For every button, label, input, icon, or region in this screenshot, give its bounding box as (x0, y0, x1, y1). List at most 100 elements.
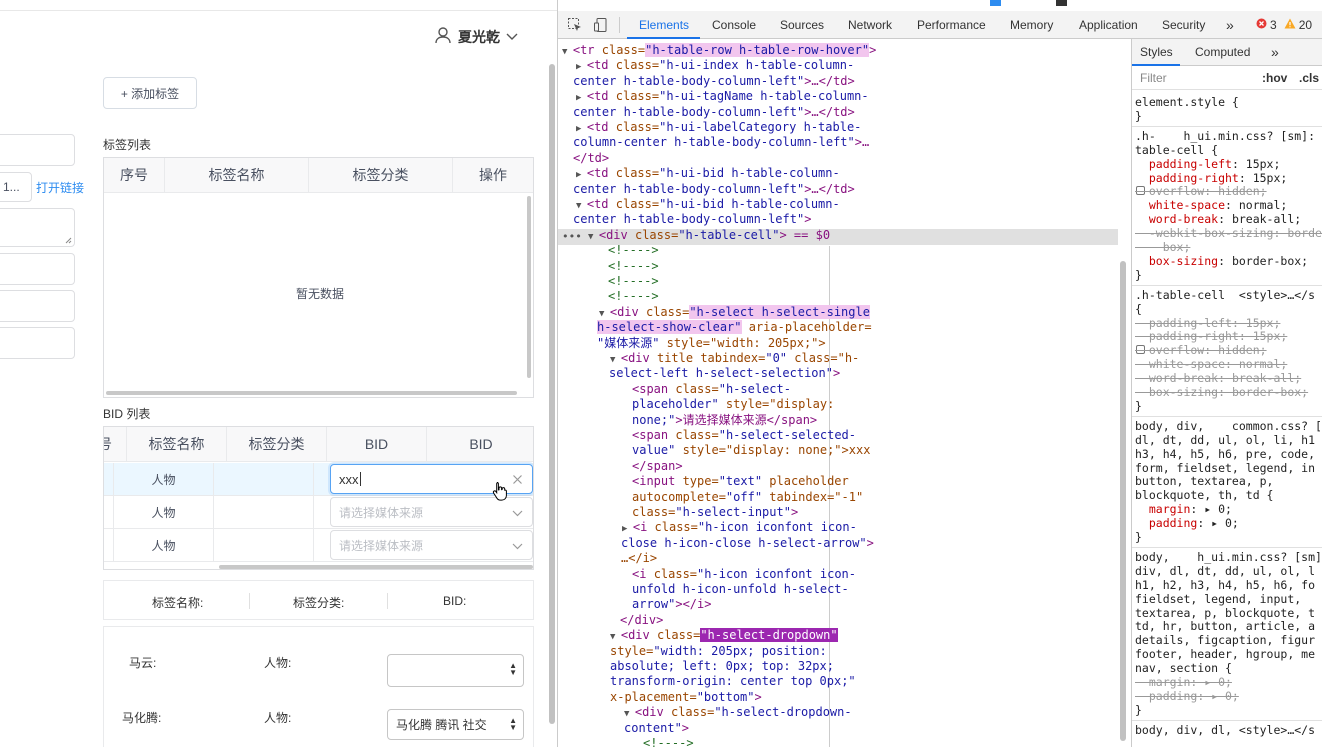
issues-counter[interactable]: 3 20 (1256, 18, 1312, 32)
form-input-3[interactable] (0, 253, 75, 285)
css-line[interactable]: box-sizing: border-box; (1135, 254, 1308, 268)
css-line[interactable]: } (1135, 109, 1142, 123)
dom-line[interactable]: placeholder" style="display: (632, 397, 834, 412)
dom-line[interactable]: <!----> (608, 243, 659, 258)
person-select-1[interactable]: ▲ ▼ (387, 654, 524, 687)
add-tag-button[interactable]: + 添加标签 (103, 77, 197, 109)
dom-line[interactable]: style="width: 205px; position: (610, 644, 827, 659)
dom-line[interactable]: none;">请选择媒体来源</span> (632, 413, 817, 428)
css-line[interactable]: margin: ▸ 0; (1135, 502, 1232, 516)
dom-line[interactable]: <!----> (643, 736, 694, 747)
form-input-5[interactable] (0, 327, 75, 359)
dom-line[interactable]: autocomplete="off" tabindex="-1" (632, 490, 863, 505)
dom-line[interactable]: center h-table-body-column-left">…</td> (573, 74, 855, 89)
form-input-2[interactable]: 1... (0, 172, 32, 202)
css-line[interactable]: div, dl, dt, dd, ul, ol, l (1135, 564, 1315, 578)
css-line[interactable]: dl, dt, dd, ul, ol, li, h1 (1135, 433, 1315, 447)
css-line[interactable]: body, div, dl, <style>…</s (1135, 723, 1315, 737)
css-line[interactable]: } (1135, 530, 1142, 544)
tab-computed[interactable]: Computed (1195, 39, 1250, 65)
css-line[interactable]: details, figcaption, figur (1135, 633, 1315, 647)
css-line[interactable]: blockquote, th, td { (1135, 488, 1273, 502)
css-line[interactable]: box-sizing: border-box; (1135, 385, 1308, 399)
close-icon[interactable] (512, 473, 523, 488)
dom-line[interactable]: </td> (573, 151, 609, 166)
more-options-icon[interactable]: ••• (562, 230, 582, 243)
styles-filter[interactable]: Filter :hov .cls (1132, 66, 1322, 90)
css-line[interactable]: } (1135, 268, 1142, 282)
dom-line[interactable]: h-select-show-clear" aria-placeholder= (597, 320, 872, 335)
form-input-1[interactable] (0, 134, 75, 166)
dom-line[interactable]: class="h-select-input"> (632, 505, 798, 520)
css-line[interactable]: box; (1135, 240, 1191, 254)
dom-line[interactable]: unfold h-icon-unfold h-select- (632, 582, 849, 597)
dom-line[interactable]: </span> (632, 459, 683, 474)
dom-line[interactable]: ▶ <td class="h-ui-bid h-table-column- (576, 166, 840, 181)
css-line[interactable]: padding: ▸ 0; (1135, 689, 1239, 703)
person-select-2[interactable]: 马化腾 腾讯 社交 ▲ ▼ (387, 709, 524, 740)
dom-line[interactable]: ▼ <div class="h-select h-select-single (599, 304, 870, 320)
tag-table-hscroll[interactable] (106, 391, 517, 395)
dom-line[interactable]: …</i> (621, 551, 657, 566)
css-line[interactable]: white-space: normal; (1135, 357, 1287, 371)
css-line[interactable]: -webkit-box-sizing: border- (1135, 226, 1322, 240)
css-line[interactable]: footer, header, hgroup, me (1135, 647, 1315, 661)
dom-line[interactable]: ▶ <i class="h-icon iconfont icon- (622, 520, 857, 535)
css-line[interactable]: margin: ▸ 0; (1135, 675, 1232, 689)
css-line[interactable]: padding-right: 15px; (1135, 171, 1287, 185)
dom-line[interactable]: absolute; left: 0px; top: 32px; (610, 659, 834, 674)
css-line[interactable]: word-break: break-all; (1135, 371, 1301, 385)
css-line[interactable]: } (1135, 703, 1142, 717)
dom-line[interactable]: <!----> (608, 259, 659, 274)
css-line[interactable]: button, textarea, p, (1135, 474, 1273, 488)
dom-line[interactable]: ▶ <td class="h-ui-tagName h-table-column… (576, 89, 869, 104)
css-line[interactable]: element.style { (1135, 95, 1239, 109)
dom-line[interactable]: arrow"></i> (632, 597, 711, 612)
dom-line[interactable]: value" style="display: none;">xxx (632, 443, 870, 458)
css-line[interactable]: white-space: normal; (1135, 198, 1287, 212)
user-menu[interactable]: 夏光乾 (434, 26, 518, 47)
dom-line[interactable]: transform-origin: center top 0px;" (610, 674, 856, 689)
form-input-4[interactable] (0, 290, 75, 322)
dom-line[interactable]: "媒体来源" style="width: 205px;"> (597, 336, 826, 351)
dom-line[interactable]: column-center h-table-body-column-left">… (573, 135, 869, 150)
dom-line[interactable]: ▼ <div class="h-table-cell"> == $0 (588, 228, 830, 243)
tab-elements[interactable]: Elements (639, 11, 689, 39)
dom-line[interactable]: <i class="h-icon iconfont icon- (632, 567, 856, 582)
page-scrollbar[interactable] (549, 64, 555, 724)
tab-styles[interactable]: Styles (1140, 39, 1173, 65)
tag-table-vscroll[interactable] (527, 196, 531, 378)
css-line[interactable]: .h-table-cell <style>…</s (1135, 288, 1315, 302)
dom-line[interactable]: <input type="text" placeholder (632, 474, 849, 489)
dom-line[interactable]: </div> (620, 613, 663, 628)
tab-console[interactable]: Console (712, 11, 756, 39)
css-line[interactable]: word-break: break-all; (1135, 212, 1301, 226)
dom-line[interactable]: ▼ <div class="h-select-dropdown" (610, 628, 838, 643)
dom-line[interactable]: select-left h-select-selection"> (609, 366, 840, 381)
dom-line[interactable]: content"> (624, 721, 689, 736)
media-source-select-3[interactable]: 请选择媒体来源 (330, 530, 533, 560)
tab-application[interactable]: Application (1079, 11, 1138, 39)
css-line[interactable]: fieldset, legend, input, (1135, 592, 1301, 606)
dom-line[interactable]: x-placement="bottom"> (610, 690, 762, 705)
css-line[interactable]: { (1135, 302, 1142, 316)
dom-line[interactable]: close h-icon-close h-select-arrow"> (621, 536, 874, 551)
css-line[interactable]: td, hr, button, article, a (1135, 619, 1315, 633)
dom-line[interactable]: ▼ <td class="h-ui-bid h-table-column- (576, 197, 840, 212)
dom-line[interactable]: center h-table-body-column-left"> (573, 212, 811, 227)
css-line[interactable]: table-cell { (1135, 143, 1218, 157)
inspect-element-icon[interactable] (567, 17, 583, 36)
tab-memory[interactable]: Memory (1010, 11, 1053, 39)
css-line[interactable]: h1, h2, h3, h4, h5, h6, fo (1135, 578, 1315, 592)
css-line[interactable]: padding-left: 15px; (1135, 157, 1281, 171)
tab-security[interactable]: Security (1162, 11, 1205, 39)
bid-table-hscroll[interactable] (219, 565, 533, 569)
more-styles-tabs-button[interactable]: » (1271, 39, 1279, 65)
dom-line[interactable]: ▶ <td class="h-ui-index h-table-column- (576, 58, 854, 73)
dom-line[interactable]: <!----> (608, 289, 659, 304)
dom-line[interactable]: <span class="h-select- (632, 382, 791, 397)
more-tabs-button[interactable]: » (1226, 11, 1234, 39)
dom-line[interactable]: center h-table-body-column-left">…</td> (573, 105, 855, 120)
css-line[interactable]: body, div, common.css? [ (1135, 419, 1322, 433)
tab-network[interactable]: Network (848, 11, 892, 39)
